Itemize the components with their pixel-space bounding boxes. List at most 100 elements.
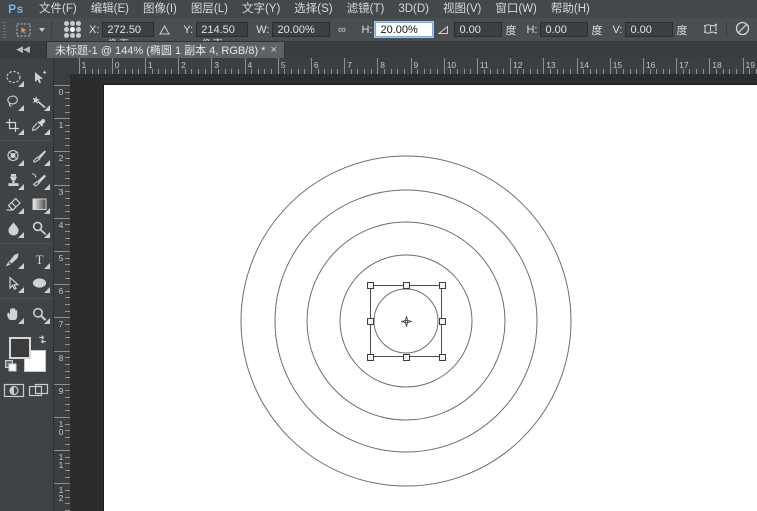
tool-group-navigation <box>0 299 53 329</box>
transform-handle[interactable] <box>366 353 374 361</box>
y-input[interactable]: 214.50 像素 <box>196 22 249 51</box>
history-brush-tool[interactable] <box>26 168 52 192</box>
brush-tool[interactable] <box>26 144 52 168</box>
tool-expand-icon <box>44 160 50 166</box>
mode-buttons <box>0 379 53 405</box>
blur-tool[interactable] <box>0 216 26 240</box>
tool-expand-icon <box>18 318 24 324</box>
transform-handle[interactable] <box>366 317 374 325</box>
canvas-workspace[interactable] <box>70 74 757 511</box>
svg-text:T: T <box>35 252 43 267</box>
menu-type[interactable]: 文字(Y) <box>235 0 287 18</box>
elliptical-marquee-tool[interactable] <box>0 65 26 89</box>
ruler-corner[interactable] <box>54 58 71 75</box>
rotate-icon <box>438 25 449 34</box>
width-input[interactable]: 20.00% <box>272 22 331 37</box>
eraser-tool[interactable] <box>0 192 26 216</box>
x-label: X: <box>89 23 100 36</box>
document-canvas[interactable] <box>104 85 757 511</box>
path-selection-tool[interactable] <box>0 271 26 295</box>
photoshop-window: Ps 文件(F) 编辑(E) 图像(I) 图层(L) 文字(Y) 选择(S) 滤… <box>0 0 757 511</box>
chevron-down-icon[interactable] <box>39 27 45 32</box>
vertical-ruler[interactable]: 012345678910111213 <box>54 74 71 511</box>
menu-select[interactable]: 选择(S) <box>287 0 339 18</box>
reference-point-selector[interactable] <box>64 21 81 38</box>
options-bar: X: 272.50 像素 Y: 214.50 像素 W: 20.00% ∞ H:… <box>0 18 757 51</box>
skew-h-unit: 度 <box>591 24 603 37</box>
tool-preset-picker[interactable] <box>13 21 45 39</box>
tool-expand-icon <box>18 81 24 87</box>
move-tool[interactable] <box>26 65 52 89</box>
menu-bar: Ps 文件(F) 编辑(E) 图像(I) 图层(L) 文字(Y) 选择(S) 滤… <box>0 0 757 19</box>
tool-expand-icon <box>18 287 24 293</box>
ruler-label: 9 <box>413 60 419 70</box>
tool-group-selection <box>0 62 53 141</box>
transform-handle[interactable] <box>402 281 410 289</box>
close-icon[interactable]: × <box>270 44 276 56</box>
tool-expand-icon <box>18 129 24 135</box>
skew-h-input[interactable]: 0.00 <box>540 22 589 37</box>
transform-handle[interactable] <box>438 281 446 289</box>
spot-healing-brush-tool[interactable] <box>0 144 26 168</box>
ruler-label: 19 <box>745 60 755 70</box>
menu-view[interactable]: 视图(V) <box>436 0 488 18</box>
transform-handle[interactable] <box>438 317 446 325</box>
tools-panel: T <box>0 58 54 511</box>
dodge-tool[interactable] <box>26 216 52 240</box>
menu-file[interactable]: 文件(F) <box>32 0 84 18</box>
ellipse-shape-tool[interactable] <box>26 271 52 295</box>
menu-edit[interactable]: 编辑(E) <box>84 0 136 18</box>
cancel-transform-icon[interactable] <box>735 21 750 39</box>
transform-handle[interactable] <box>402 353 410 361</box>
ruler-label: 0 <box>114 60 120 70</box>
tool-expand-icon <box>44 184 50 190</box>
ruler-label: 14 <box>579 60 589 70</box>
x-input[interactable]: 272.50 像素 <box>102 22 155 51</box>
relative-position-icon[interactable] <box>159 24 171 35</box>
ruler-label: 1 <box>81 60 87 70</box>
menu-image[interactable]: 图像(I) <box>136 0 184 18</box>
menu-help[interactable]: 帮助(H) <box>544 0 597 18</box>
pen-tool[interactable] <box>0 247 26 271</box>
foreground-color-swatch[interactable] <box>9 337 31 359</box>
tool-expand-icon <box>18 263 24 269</box>
skew-v-input[interactable]: 0.00 <box>625 22 674 37</box>
crop-tool[interactable] <box>0 113 26 137</box>
tool-expand-icon <box>18 208 24 214</box>
quick-mask-icon[interactable] <box>3 383 25 401</box>
eyedropper-tool[interactable] <box>26 113 52 137</box>
screen-mode-icon[interactable] <box>28 383 50 401</box>
magic-wand-tool[interactable] <box>26 89 52 113</box>
horizontal-ruler[interactable]: 101234567891011121314151617181920 <box>70 58 757 75</box>
options-bar-grip[interactable] <box>0 18 9 41</box>
document-tab[interactable]: 未标题-1 @ 144% (椭圆 1 副本 4, RGB/8) * × <box>46 41 285 58</box>
color-swatches <box>0 333 54 379</box>
clone-stamp-tool[interactable] <box>0 168 26 192</box>
transform-handle[interactable] <box>438 353 446 361</box>
default-colors-icon[interactable] <box>5 360 17 375</box>
move-tool-icon <box>13 21 35 39</box>
gradient-tool[interactable] <box>26 192 52 216</box>
menu-layer[interactable]: 图层(L) <box>184 0 235 18</box>
collapse-panels-button[interactable]: ◀◀ <box>0 41 46 58</box>
menu-window[interactable]: 窗口(W) <box>488 0 544 18</box>
ruler-label: 15 <box>612 60 623 70</box>
link-aspect-ratio-icon[interactable]: ∞ <box>335 24 348 35</box>
menu-3d[interactable]: 3D(D) <box>391 0 436 18</box>
ruler-label: 1 <box>147 60 153 70</box>
swap-colors-icon[interactable] <box>37 334 48 348</box>
transform-handle[interactable] <box>366 281 374 289</box>
horizontal-type-tool[interactable]: T <box>26 247 52 271</box>
ruler-label: 17 <box>679 60 689 70</box>
rotate-input[interactable]: 0.00 <box>454 22 503 37</box>
menu-filter[interactable]: 滤镜(T) <box>340 0 392 18</box>
transform-reference-point[interactable] <box>400 315 412 327</box>
height-input[interactable]: 20.00% <box>374 21 435 38</box>
ruler-label: 10 <box>58 419 64 437</box>
zoom-tool[interactable] <box>26 302 52 326</box>
tool-group-retouch <box>0 141 53 244</box>
warp-mode-icon[interactable] <box>703 21 718 39</box>
lasso-tool[interactable] <box>0 89 26 113</box>
hand-tool[interactable] <box>0 302 26 326</box>
options-bar-actions <box>703 21 757 39</box>
